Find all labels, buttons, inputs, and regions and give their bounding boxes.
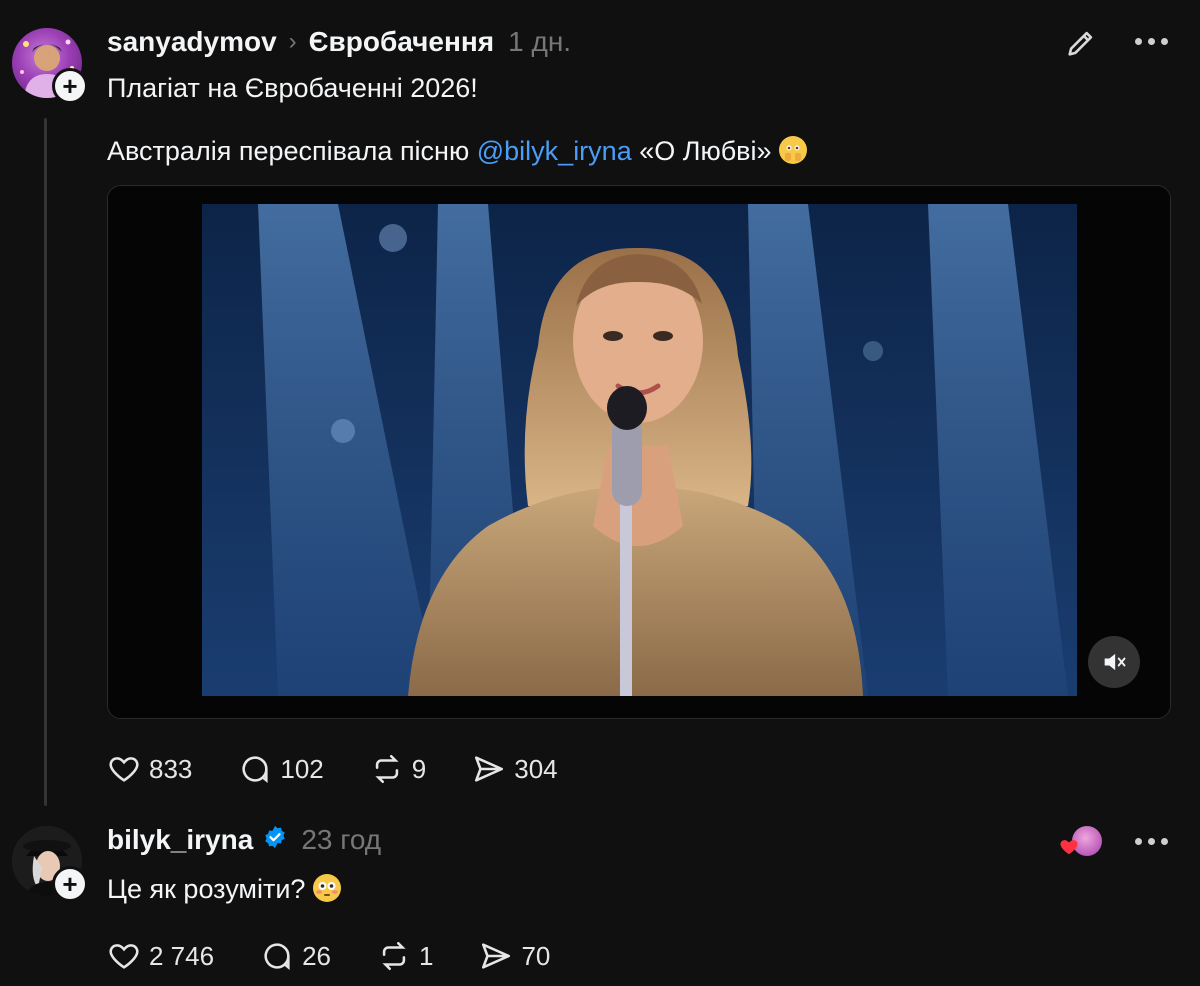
like-button[interactable]: 2 746	[107, 939, 214, 973]
reply-author-username[interactable]: bilyk_iryna	[107, 824, 253, 856]
post-header: sanyadymov › Євробачення 1 дн.	[107, 24, 571, 60]
post-text-prefix: Австралія переспівала пісню	[107, 136, 470, 166]
share-count: 70	[521, 940, 551, 971]
verified-badge-icon	[263, 824, 287, 856]
reply-button[interactable]: 102	[238, 752, 324, 786]
follow-plus-button[interactable]: +	[52, 866, 88, 902]
post-text-line-2: Австралія переспівала пісню @bilyk_iryna…	[107, 136, 808, 167]
comment-bubble-icon	[264, 943, 290, 971]
follow-plus-button[interactable]: +	[52, 68, 88, 104]
share-count: 304	[514, 753, 558, 784]
chevron-right-icon: ›	[288, 28, 297, 55]
post-text-line-1: Плагіат на Євробаченні 2026!	[107, 73, 478, 103]
reply-button[interactable]: 26	[260, 939, 331, 973]
pencil-icon[interactable]	[1064, 26, 1098, 65]
heart-icon	[1060, 840, 1078, 855]
heart-icon	[109, 757, 139, 782]
flushed-face-emoji	[312, 874, 341, 902]
share-button[interactable]: 70	[479, 939, 550, 973]
more-dots-icon[interactable]	[1135, 38, 1168, 45]
liked-by-author-indicator[interactable]	[1058, 826, 1104, 856]
reply-timestamp: 23 год	[301, 824, 382, 855]
repost-arrows-icon	[382, 941, 406, 971]
more-dots-icon[interactable]	[1135, 838, 1168, 845]
community-link[interactable]: Євробачення	[309, 26, 495, 58]
post-actions-bar: 833 102 9 304	[107, 750, 604, 788]
repost-arrows-icon	[375, 754, 399, 784]
repost-count: 1	[419, 940, 434, 971]
speaker-muted-icon[interactable]	[1088, 636, 1140, 688]
reply-count: 102	[280, 753, 324, 784]
post-text-suffix: «О Любві»	[639, 136, 772, 166]
repost-button[interactable]: 1	[377, 939, 433, 973]
repost-button[interactable]: 9	[370, 752, 426, 786]
reply-count: 26	[302, 940, 331, 971]
like-button[interactable]: 833	[107, 752, 192, 786]
like-count: 833	[149, 753, 193, 784]
heart-icon	[109, 944, 139, 969]
post-timestamp: 1 дн.	[508, 26, 572, 57]
face-holding-back-tears-emoji	[779, 136, 808, 164]
mention-link[interactable]: @bilyk_iryna	[477, 136, 632, 166]
thread-connector-line	[44, 118, 47, 806]
post-author-username[interactable]: sanyadymov	[107, 26, 277, 58]
share-button[interactable]: 304	[472, 752, 558, 786]
send-icon	[482, 943, 511, 969]
send-icon	[475, 756, 504, 782]
repost-count: 9	[411, 753, 427, 784]
video-frame	[108, 186, 1170, 718]
like-count: 2 746	[149, 940, 215, 971]
reply-header: bilyk_iryna 23 год	[107, 822, 381, 858]
comment-bubble-icon	[242, 756, 268, 784]
reply-text-body: Це як розуміти?	[107, 874, 306, 904]
video-player[interactable]	[107, 185, 1171, 719]
reply-actions-bar: 2 746 26 1 70	[107, 937, 596, 975]
reply-text: Це як розуміти?	[107, 874, 341, 905]
